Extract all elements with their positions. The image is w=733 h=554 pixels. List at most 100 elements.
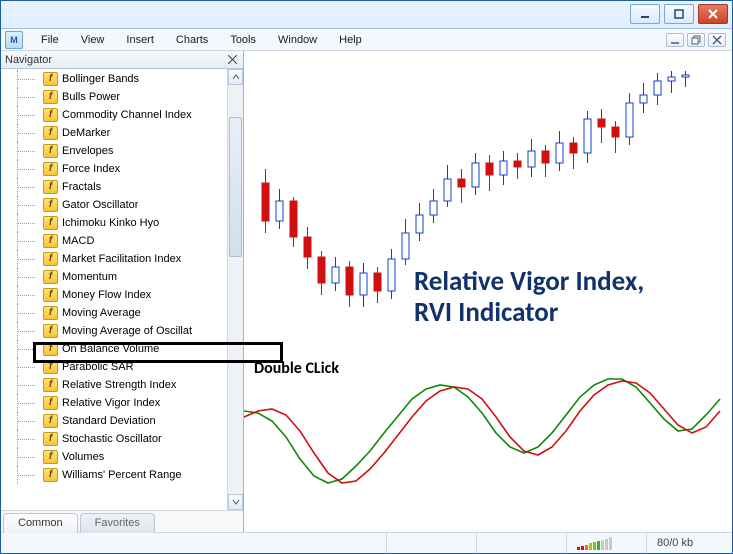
tree-item-label: Market Facilitation Index xyxy=(62,253,181,265)
app-window: M File View Insert Charts Tools Window H… xyxy=(0,0,733,554)
navigator-close-button[interactable] xyxy=(225,53,239,67)
menu-charts[interactable]: Charts xyxy=(166,32,218,48)
tree-item[interactable]: f MACD xyxy=(5,232,227,250)
tab-favorites[interactable]: Favorites xyxy=(80,513,155,533)
indicator-icon: f xyxy=(43,198,58,212)
tree-item[interactable]: fEnvelopes xyxy=(5,142,227,160)
close-icon xyxy=(707,8,719,20)
navigator-header: Navigator xyxy=(1,51,243,69)
tree-item-label: Standard Deviation xyxy=(62,415,156,427)
mdi-controls xyxy=(666,33,728,47)
signal-bar xyxy=(597,541,600,550)
tree-indent-guide xyxy=(5,88,41,106)
indicator-icon: f xyxy=(43,396,58,410)
mdi-close-button[interactable] xyxy=(708,33,726,47)
indicator-icon: f xyxy=(43,360,58,374)
navigator-tree[interactable]: fBollinger BandsfBulls PowerfCommodity C… xyxy=(1,69,227,510)
tree-item[interactable]: f Market Facilitation Index xyxy=(5,250,227,268)
window-minimize-button[interactable] xyxy=(630,4,660,24)
tree-indent-guide xyxy=(5,304,41,322)
indicator-icon: f xyxy=(43,216,58,230)
tree-item[interactable]: fMoving Average of Oscillat xyxy=(5,322,227,340)
tree-item-label: Commodity Channel Index xyxy=(62,109,192,121)
signal-bar xyxy=(577,547,580,550)
tree-item[interactable]: fBulls Power xyxy=(5,88,227,106)
tree-item[interactable]: fIchimoku Kinko Hyo xyxy=(5,214,227,232)
scroll-thumb[interactable] xyxy=(229,117,242,257)
tree-item[interactable]: f Relative Strength Index xyxy=(5,376,227,394)
tree-item[interactable]: fBollinger Bands xyxy=(5,70,227,88)
tree-item[interactable]: fMoney Flow Index xyxy=(5,286,227,304)
tree-item-label: On Balance Volume xyxy=(62,343,159,355)
tree-indent-guide xyxy=(5,232,41,250)
tree-item-label: Relative Strength Index xyxy=(62,379,176,391)
tree-item[interactable]: fMoving Average xyxy=(5,304,227,322)
tree-item-label: MACD xyxy=(62,235,94,247)
tree-item[interactable]: fWilliams' Percent Range xyxy=(5,466,227,484)
chevron-up-icon xyxy=(232,73,240,81)
navigator-scrollbar[interactable] xyxy=(227,69,243,510)
tree-item[interactable]: fRelative Vigor Index xyxy=(5,394,227,412)
tree-item-label: DeMarker xyxy=(62,127,110,139)
tree-item[interactable]: f DeMarker xyxy=(5,124,227,142)
titlebar xyxy=(1,1,732,29)
scroll-down-button[interactable] xyxy=(228,494,243,510)
tree-indent-guide xyxy=(5,430,41,448)
tree-indent-guide xyxy=(5,124,41,142)
menu-help[interactable]: Help xyxy=(329,32,372,48)
menu-insert[interactable]: Insert xyxy=(116,32,164,48)
indicator-icon: f xyxy=(43,234,58,248)
signal-bar xyxy=(593,542,596,550)
menu-view[interactable]: View xyxy=(71,32,115,48)
mdi-restore-button[interactable] xyxy=(687,33,705,47)
menu-file[interactable]: File xyxy=(31,32,69,48)
tree-item[interactable]: fMomentum xyxy=(5,268,227,286)
tree-item[interactable]: fStandard Deviation xyxy=(5,412,227,430)
tree-item[interactable]: f Commodity Channel Index xyxy=(5,106,227,124)
tree-item[interactable]: fParabolic SAR xyxy=(5,358,227,376)
indicator-icon: f xyxy=(43,378,58,392)
chart-area[interactable]: Relative Vigor Index, RVI Indicator Doub… xyxy=(244,51,732,532)
tree-item-label: Moving Average of Oscillat xyxy=(62,325,192,337)
tree-indent-guide xyxy=(5,358,41,376)
indicator-icon: f xyxy=(43,450,58,464)
indicator-icon: f xyxy=(43,252,58,266)
scroll-up-button[interactable] xyxy=(228,69,243,85)
tree-indent-guide xyxy=(5,286,41,304)
restore-icon xyxy=(691,35,701,45)
tree-indent-guide xyxy=(5,214,41,232)
close-icon xyxy=(228,55,237,64)
maximize-icon xyxy=(673,8,685,20)
tree-item-label: Volumes xyxy=(62,451,104,463)
window-maximize-button[interactable] xyxy=(664,4,694,24)
tree-item-label: Money Flow Index xyxy=(62,289,151,301)
tree-item[interactable]: fStochastic Oscillator xyxy=(5,430,227,448)
tree-item[interactable]: fGator Oscillator xyxy=(5,196,227,214)
window-close-button[interactable] xyxy=(698,4,728,24)
indicator-icon: f xyxy=(43,126,58,140)
tree-item-label: Envelopes xyxy=(62,145,113,157)
mdi-minimize-button[interactable] xyxy=(666,33,684,47)
indicator-icon: f xyxy=(43,108,58,122)
tree-item[interactable]: fOn Balance Volume xyxy=(5,340,227,358)
menu-window[interactable]: Window xyxy=(268,32,327,48)
minimize-icon xyxy=(670,35,680,45)
tree-item[interactable]: f Volumes xyxy=(5,448,227,466)
indicator-icon: f xyxy=(43,270,58,284)
tab-common[interactable]: Common xyxy=(3,513,78,533)
navigator-panel: Navigator fBollinger BandsfBulls PowerfC… xyxy=(1,51,244,532)
annotation-double-click: Double CLick xyxy=(254,359,339,378)
tree-item[interactable]: fForce Index xyxy=(5,160,227,178)
statusbar: 80/0 kb xyxy=(1,533,732,553)
tree-indent-guide xyxy=(5,70,41,88)
tree-indent-guide xyxy=(5,268,41,286)
tree-indent-guide xyxy=(5,376,41,394)
tree-indent-guide xyxy=(5,340,41,358)
tree-indent-guide xyxy=(5,160,41,178)
tree-item-label: Bollinger Bands xyxy=(62,73,139,85)
tree-item-label: Moving Average xyxy=(62,307,141,319)
menu-tools[interactable]: Tools xyxy=(220,32,266,48)
tree-item[interactable]: fFractals xyxy=(5,178,227,196)
chevron-down-icon xyxy=(232,498,240,506)
indicator-icon: f xyxy=(43,468,58,482)
